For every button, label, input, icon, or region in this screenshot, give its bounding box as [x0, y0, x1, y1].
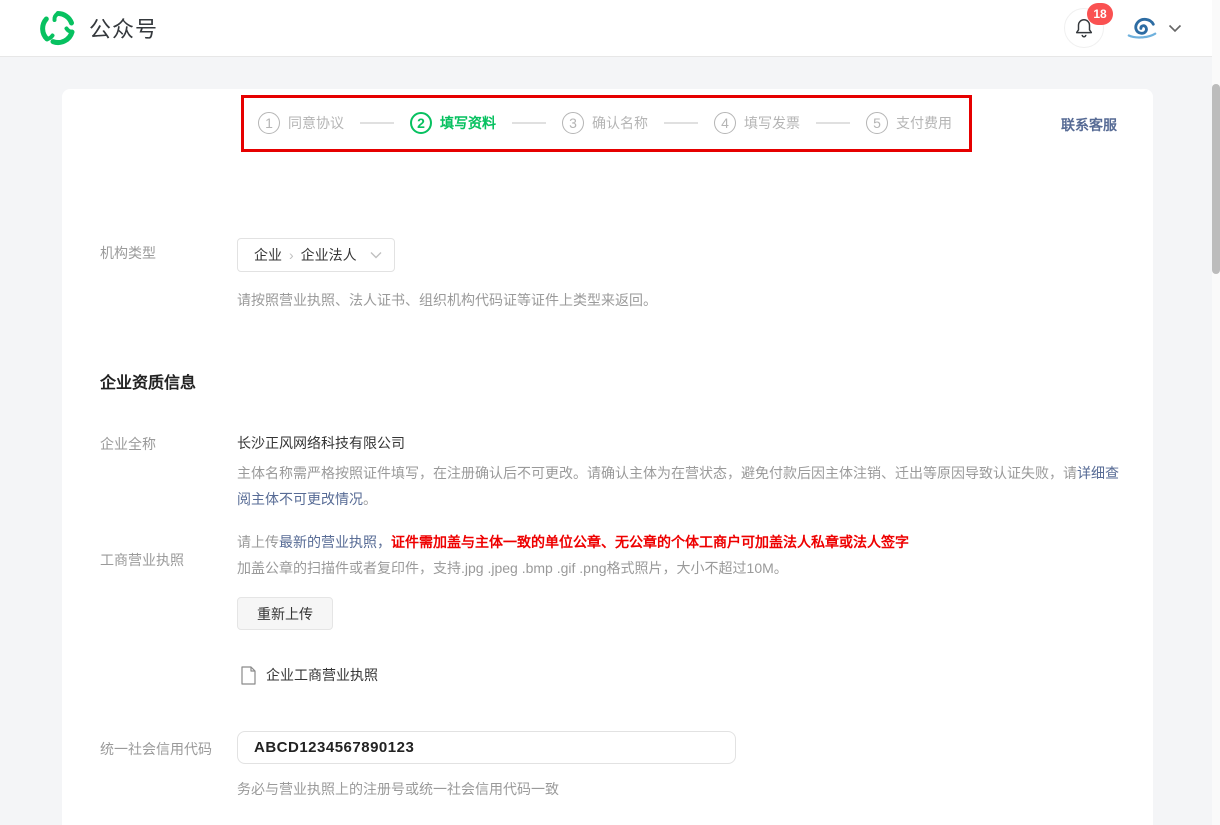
org-type-label: 机构类型 [100, 243, 156, 263]
license-hint-prefix: 请上传 [237, 534, 279, 550]
uploaded-file-name: 企业工商营业执照 [266, 665, 378, 685]
step-number: 5 [866, 112, 888, 134]
step-fill-info-active: 2 填写资料 [410, 112, 496, 134]
step-label: 同意协议 [288, 113, 344, 133]
top-bar: 公众号 18 [0, 0, 1220, 57]
business-license-instructions: 请上传最新的营业执照，证件需加盖与主体一致的单位公章、无公章的个体工商户可加盖法… [237, 529, 1137, 581]
step-agree-agreement: 1 同意协议 [258, 112, 344, 134]
org-type-select[interactable]: 企业 › 企业法人 [237, 238, 395, 272]
company-name-hint: 主体名称需严格按照证件填写，在注册确认后不可更改。请确认主体为在营状态，避免付款… [237, 460, 1123, 512]
org-type-value-sub: 企业法人 [301, 245, 357, 265]
step-confirm-name: 3 确认名称 [562, 112, 648, 134]
company-name-label: 企业全称 [100, 434, 156, 454]
step-fill-invoice: 4 填写发票 [714, 112, 800, 134]
step-pay-fee: 5 支付费用 [866, 112, 952, 134]
credit-code-hint: 务必与营业执照上的注册号或统一社会信用代码一致 [237, 779, 559, 799]
license-stamp-warning: 证件需加盖与主体一致的单位公章、无公章的个体工商户可加盖法人私章或法人签字 [391, 534, 909, 550]
company-name-value: 长沙正风网络科技有限公司 [237, 433, 405, 453]
step-label: 支付费用 [896, 113, 952, 133]
step-number: 1 [258, 112, 280, 134]
user-avatar[interactable] [1126, 15, 1158, 41]
section-title-qualification: 企业资质信息 [100, 369, 196, 393]
step-number: 4 [714, 112, 736, 134]
org-type-hint: 请按照营业执照、法人证书、组织机构代码证等证件上类型来返回。 [237, 290, 657, 310]
scrollbar-thumb[interactable] [1212, 84, 1220, 274]
step-connector [360, 122, 394, 124]
scrollbar-track [1212, 0, 1220, 825]
license-format-hint: 加盖公章的扫描件或者复印件，支持.jpg .jpeg .bmp .gif .pn… [237, 560, 788, 576]
step-label: 填写资料 [440, 113, 496, 133]
uploaded-file-item[interactable]: 企业工商营业执照 [241, 665, 378, 685]
step-label: 确认名称 [592, 113, 648, 133]
notification-bell-button[interactable]: 18 [1064, 8, 1104, 48]
org-type-value-main: 企业 [254, 245, 282, 265]
step-connector [512, 122, 546, 124]
step-number: 3 [562, 112, 584, 134]
reupload-button[interactable]: 重新上传 [237, 597, 333, 630]
official-account-logo-icon [40, 10, 76, 46]
credit-code-label: 统一社会信用代码 [100, 739, 212, 759]
latest-license-link[interactable]: 最新的营业执照 [279, 534, 377, 550]
credit-code-input[interactable] [237, 731, 736, 764]
step-label: 填写发票 [744, 113, 800, 133]
brand-logo[interactable]: 公众号 [40, 10, 158, 46]
dropdown-chevron-down-icon [370, 251, 382, 259]
company-hint-text: 主体名称需严格按照证件填写，在注册确认后不可更改。请确认主体为在营状态，避免付款… [237, 465, 1077, 481]
license-comma: ， [377, 534, 391, 550]
step-connector [664, 122, 698, 124]
business-license-label: 工商营业执照 [100, 550, 184, 570]
notification-count-badge: 18 [1087, 3, 1113, 25]
contact-support-link[interactable]: 联系客服 [1061, 115, 1117, 135]
company-hint-period: 。 [363, 491, 377, 507]
account-menu-chevron-down-icon[interactable] [1168, 24, 1182, 33]
step-connector [816, 122, 850, 124]
account-area: 18 [1064, 8, 1182, 48]
brand-title: 公众号 [89, 12, 158, 44]
step-wizard: 1 同意协议 2 填写资料 3 确认名称 4 填写发票 5 支付费用 [258, 97, 952, 149]
step-number: 2 [410, 112, 432, 134]
chevron-right-separator-icon: › [289, 247, 294, 263]
document-file-icon [241, 666, 256, 685]
registration-card: 1 同意协议 2 填写资料 3 确认名称 4 填写发票 5 支付费用 联系客服 … [62, 89, 1153, 825]
